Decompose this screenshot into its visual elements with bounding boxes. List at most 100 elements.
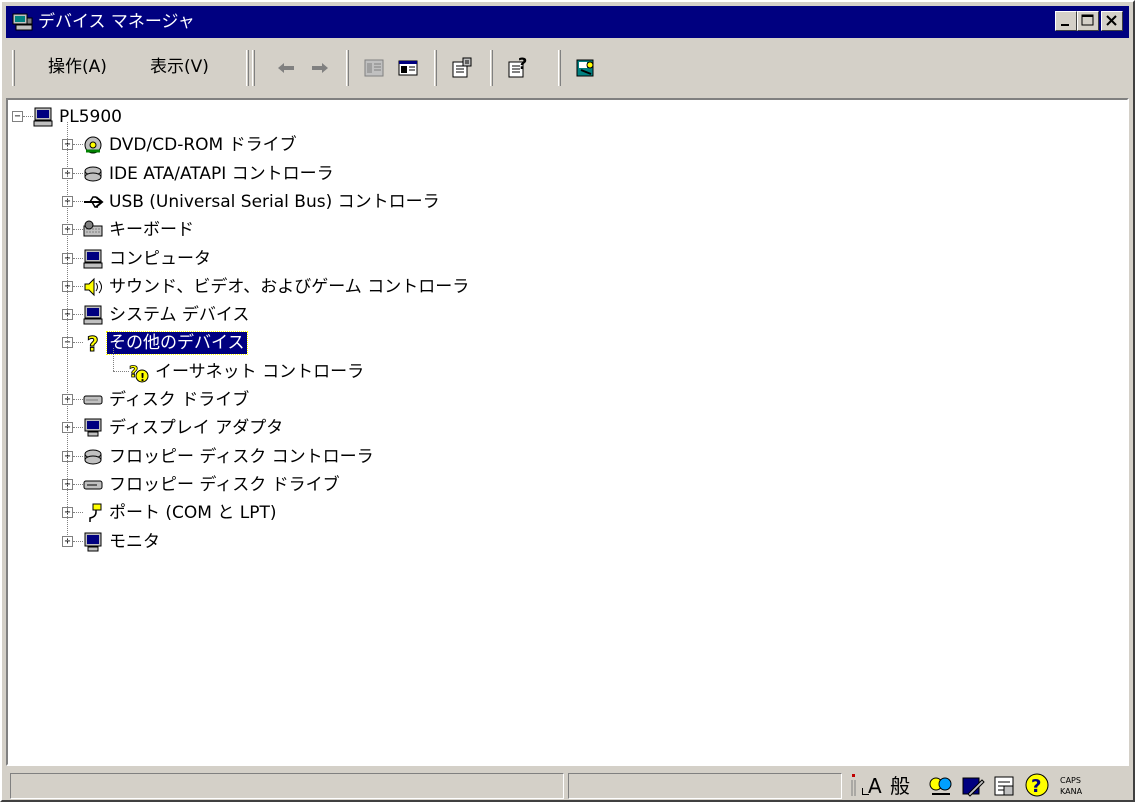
tree-item[interactable]: + コンピュータ	[8, 248, 1008, 272]
toolbar-grip-2	[252, 50, 255, 86]
maximize-icon	[1081, 14, 1094, 26]
close-button[interactable]	[1101, 11, 1123, 31]
ide-controller-icon	[82, 163, 104, 185]
menu-view[interactable]: 表示(V)	[150, 56, 209, 78]
help-button[interactable]: ?	[504, 55, 532, 81]
svg-text:!: !	[140, 371, 145, 383]
usb-icon	[82, 191, 104, 213]
tree-item[interactable]: + キーボード	[8, 219, 1008, 243]
port-icon	[82, 502, 104, 524]
floppy-drive-icon	[82, 474, 104, 496]
tree-item-label: フロッピー ディスク コントローラ	[109, 446, 374, 467]
maximize-button[interactable]	[1077, 11, 1099, 31]
tree-connector	[113, 370, 129, 372]
tree-connector-vertical	[113, 348, 114, 371]
minimize-icon	[1061, 24, 1069, 26]
properties-icon	[452, 57, 472, 78]
ime-pad-icon[interactable]	[928, 774, 954, 802]
menu-toolbar-row: 操作(A) 表示(V) ?	[6, 42, 1129, 94]
tree-child-item-label: イーサネット コントローラ	[155, 361, 365, 382]
computer-icon	[32, 106, 54, 128]
toolbar-separator-4	[558, 50, 561, 86]
tree-item[interactable]: + フロッピー ディスク コントローラ	[8, 446, 1008, 470]
ime-mode-label: A	[868, 774, 882, 798]
tree-item-label: コンピュータ	[109, 248, 211, 269]
ime-help-icon[interactable]: ?	[1024, 772, 1050, 802]
tree-item[interactable]: −? その他のデバイス	[8, 331, 1008, 357]
forward-arrow-icon	[312, 63, 328, 73]
toolbar-separator-1	[346, 50, 349, 86]
ime-dictionary-icon[interactable]	[960, 774, 986, 802]
device-manager-icon	[12, 12, 34, 32]
close-icon	[1106, 15, 1117, 26]
disk-drive-icon	[82, 389, 104, 411]
monitor-icon	[82, 531, 104, 553]
system-device-icon	[82, 304, 104, 326]
tree-item-label: IDE ATA/ATAPI コントローラ	[109, 163, 334, 184]
tree-item-label: ディスプレイ アダプタ	[109, 418, 284, 439]
show-hide-tree-button[interactable]	[394, 55, 422, 81]
tree-item-label: フロッピー ディスク ドライブ	[109, 474, 340, 495]
tree-item-label: モニタ	[109, 531, 160, 552]
svg-text:?: ?	[518, 55, 527, 73]
warning-device-icon: ?!	[128, 361, 150, 384]
back-arrow-icon	[278, 63, 294, 73]
window-title: デバイス マネージャ	[38, 12, 195, 32]
floppy-controller-icon	[82, 446, 104, 468]
cdrom-icon	[82, 134, 104, 156]
keyboard-icon	[82, 219, 104, 241]
tree-item[interactable]: + フロッピー ディスク ドライブ	[8, 474, 1008, 498]
svg-text:?: ?	[1031, 776, 1041, 797]
tree-item[interactable]: + ディスク ドライブ	[8, 389, 1008, 413]
tree-view-icon	[364, 59, 384, 77]
up-level-button[interactable]	[360, 55, 388, 81]
back-button[interactable]	[272, 55, 300, 81]
tree-item[interactable]: + IDE ATA/ATAPI コントローラ	[8, 163, 1008, 187]
toolbar-separator-2	[434, 50, 437, 86]
caps-lock-indicator[interactable]: CAPS	[1060, 776, 1081, 785]
display-adapter-icon	[82, 417, 104, 439]
ime-toolbar-grip-icon[interactable]	[850, 774, 860, 802]
tree-connector-vertical	[67, 122, 68, 541]
menu-action[interactable]: 操作(A)	[48, 56, 107, 78]
tree-child-item[interactable]: ?! イーサネット コントローラ	[8, 361, 1008, 385]
tree-item-label: システム デバイス	[109, 305, 250, 326]
selected-tree-item-label: その他のデバイス	[106, 331, 248, 356]
tree-item[interactable]: + ポート (COM と LPT)	[8, 502, 1008, 526]
forward-button[interactable]	[306, 55, 334, 81]
scan-hardware-button[interactable]	[572, 55, 600, 81]
status-bar: A 般 ? CAPS KANA	[6, 770, 1129, 800]
minimize-button[interactable]	[1055, 11, 1077, 31]
tree-item[interactable]: + システム デバイス	[8, 304, 1008, 328]
toolbar-separator-3	[490, 50, 493, 86]
tree-item[interactable]: + DVD/CD-ROM ドライブ	[8, 134, 1008, 158]
tree-item-label: USB (Universal Serial Bus) コントローラ	[109, 191, 440, 212]
ime-kanji-mode-label[interactable]: 般	[890, 774, 910, 798]
tree-root[interactable]: − PL5900	[8, 106, 1008, 130]
tree-item-label: ディスク ドライブ	[109, 390, 250, 410]
toolbar-grip[interactable]	[246, 50, 249, 86]
scan-hardware-icon	[576, 59, 594, 77]
unknown-device-icon: ?	[82, 332, 104, 357]
collapse-toggle[interactable]: −	[12, 111, 23, 122]
show-hide-icon	[398, 60, 418, 76]
svg-text:?: ?	[87, 332, 99, 354]
title-bar[interactable]: デバイス マネージャ	[6, 6, 1129, 38]
tree-item-label: ポート (COM と LPT)	[109, 503, 277, 524]
status-pane-1	[10, 773, 564, 799]
properties-button[interactable]	[448, 55, 476, 81]
tree-item[interactable]: + サウンド、ビデオ、およびゲーム コントローラ	[8, 276, 1008, 300]
kana-lock-indicator[interactable]: KANA	[1060, 787, 1082, 796]
help-icon: ?	[508, 55, 527, 78]
tree-item[interactable]: + USB (Universal Serial Bus) コントローラ	[8, 191, 1008, 215]
device-tree-panel[interactable]: − PL5900 + DVD/CD-ROM ドライブ + IDE ATA/ATAPI コン…	[6, 98, 1129, 766]
tree-item-label: サウンド、ビデオ、およびゲーム コントローラ	[109, 276, 470, 297]
menu-grip[interactable]	[12, 50, 15, 86]
tree-item-label: DVD/CD-ROM ドライブ	[109, 135, 297, 156]
ime-tools-icon[interactable]	[992, 774, 1018, 802]
tree-item[interactable]: + ディスプレイ アダプタ	[8, 417, 1008, 441]
status-pane-2	[568, 773, 842, 799]
tree-item[interactable]: + モニタ	[8, 531, 1008, 555]
tree-item-label: キーボード	[109, 220, 194, 241]
device-manager-window: デバイス マネージャ 操作(A) 表示(V) ? − PL5900 + DVD/…	[0, 0, 1135, 802]
